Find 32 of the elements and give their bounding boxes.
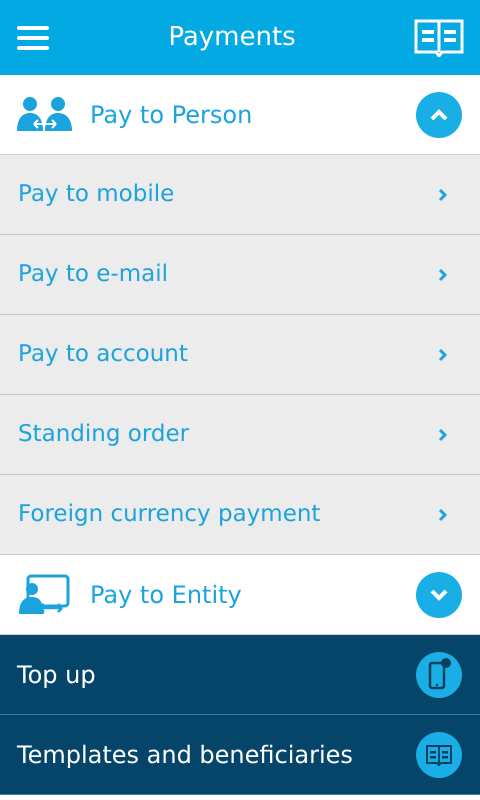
menu-item-label: Top up: [17, 660, 97, 690]
section-title: Pay to Person: [90, 100, 254, 130]
chevron-right-icon: [438, 428, 448, 442]
phone-icon: [416, 652, 462, 698]
book-button[interactable]: [414, 18, 464, 58]
menu-item[interactable]: Templates and beneficiaries: [0, 715, 480, 795]
screen-title: Payments: [168, 21, 296, 54]
menu-icon: [17, 24, 49, 50]
book-icon: [416, 732, 462, 778]
menu-item[interactable]: Pay to e-mail: [0, 235, 480, 315]
chevron-right-icon: [438, 508, 448, 522]
expand-button[interactable]: [416, 572, 462, 618]
chevron-up-icon: [430, 108, 448, 120]
chevron-right-icon: [438, 268, 448, 282]
collapse-button[interactable]: [416, 92, 462, 138]
menu-item[interactable]: Foreign currency payment: [0, 475, 480, 555]
section-title: Pay to Entity: [90, 580, 243, 610]
book-icon: [414, 18, 464, 56]
chevron-right-icon: [438, 348, 448, 362]
menu-item-label: Pay to account: [18, 340, 189, 370]
menu-item[interactable]: Standing order: [0, 395, 480, 475]
menu-item-label: Pay to e-mail: [18, 260, 169, 290]
menu-item-label: Pay to mobile: [18, 180, 176, 210]
menu-item-label: Templates and beneficiaries: [17, 740, 354, 770]
menu-item-label: Foreign currency payment: [18, 500, 322, 530]
presentation-person-icon: [18, 574, 72, 616]
menu-item[interactable]: Top up: [0, 635, 480, 715]
chevron-down-icon: [430, 588, 448, 600]
menu-item-label: Standing order: [18, 420, 190, 450]
menu-item[interactable]: Pay to mobile: [0, 155, 480, 235]
chevron-right-icon: [438, 188, 448, 202]
menu-item[interactable]: Pay to account: [0, 315, 480, 395]
